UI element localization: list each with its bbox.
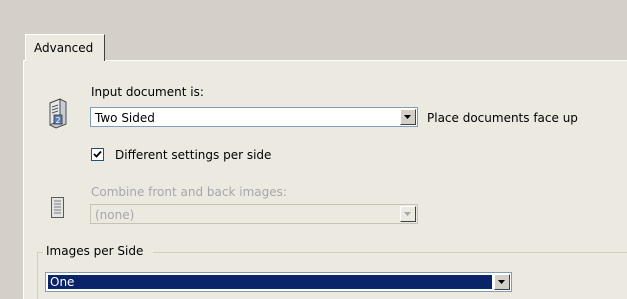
chevron-down-icon [400, 206, 416, 222]
group-border-top-right [153, 252, 627, 253]
document-icon [51, 197, 64, 218]
images-per-side-value: One [48, 275, 492, 289]
face-up-hint: Place documents face up [427, 111, 578, 125]
svg-text:2: 2 [56, 116, 61, 125]
images-per-side-group-label: Images per Side [46, 244, 144, 258]
different-settings-checkbox[interactable] [91, 148, 104, 161]
input-document-value: Two Sided [95, 111, 155, 125]
group-border-left [37, 252, 38, 299]
combine-images-value: (none) [95, 208, 135, 222]
combine-images-label: Combine front and back images: [91, 185, 287, 199]
images-per-side-select[interactable]: One [45, 272, 512, 292]
combine-images-select: (none) [90, 204, 418, 224]
chevron-down-icon[interactable] [494, 274, 510, 290]
checkmark-icon [93, 150, 102, 158]
tab-advanced-label: Advanced [34, 41, 94, 55]
input-document-label: Input document is: [91, 85, 204, 99]
window-top [0, 0, 627, 30]
tab-advanced[interactable]: Advanced [25, 34, 105, 61]
input-document-select[interactable]: Two Sided [90, 107, 418, 127]
different-settings-label[interactable]: Different settings per side [115, 148, 271, 162]
two-sided-document-icon: 2 [49, 98, 67, 129]
chevron-down-icon[interactable] [400, 109, 416, 125]
